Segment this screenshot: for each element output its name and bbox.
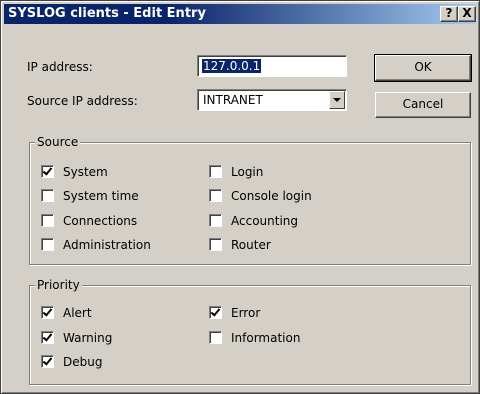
priority-group-title: Priority (35, 278, 82, 292)
cancel-button[interactable]: Cancel (375, 92, 471, 118)
dropdown-button[interactable] (329, 91, 345, 109)
checkbox-box (209, 238, 222, 251)
source-ip-value: INTRANET (203, 93, 263, 107)
checkbox-label: Alert (63, 306, 92, 320)
checkbox-label: Debug (63, 355, 103, 369)
source-ip-label: Source IP address: (27, 94, 138, 108)
checkbox-box (41, 214, 54, 227)
checkbox-box (41, 306, 54, 319)
help-button[interactable]: ? (440, 6, 458, 22)
checkbox-label: Administration (63, 238, 151, 252)
checkbox-box (209, 306, 222, 319)
checkbox-label: Login (231, 165, 264, 179)
checkbox-box (209, 189, 222, 202)
checkbox-box (209, 165, 222, 178)
checkbox-box (209, 331, 222, 344)
checkbox-box (41, 238, 54, 251)
checkbox-box (41, 331, 54, 344)
checkbox-label: Accounting (231, 214, 299, 228)
checkbox-label: Warning (63, 331, 113, 345)
checkbox-label: Information (231, 331, 301, 345)
chevron-down-icon (333, 98, 341, 102)
title-bar[interactable]: SYSLOG clients - Edit Entry ? X (4, 4, 476, 24)
edit-entry-dialog: SYSLOG clients - Edit Entry ? X IP addre… (0, 0, 480, 394)
ip-address-value: 127.0.0.1 (202, 59, 262, 73)
checkbox-label: Connections (63, 214, 138, 228)
checkbox-box (41, 355, 54, 368)
checkbox-label: System (63, 165, 108, 179)
checkbox-box (41, 189, 54, 202)
checkbox-label: Console login (231, 189, 312, 203)
source-group: Source System System time Connections Ad… (29, 135, 471, 265)
window-title: SYSLOG clients - Edit Entry (8, 6, 206, 21)
checkbox-label: System time (63, 189, 139, 203)
checkbox-box (209, 214, 222, 227)
ip-address-label: IP address: (27, 60, 93, 74)
source-group-title: Source (35, 135, 81, 149)
close-button[interactable]: X (458, 6, 476, 22)
ip-address-input[interactable]: 127.0.0.1 (197, 55, 347, 77)
source-ip-select[interactable]: INTRANET (197, 89, 347, 111)
checkbox-label: Error (231, 306, 261, 320)
checkbox-label: Router (231, 238, 271, 252)
ok-button[interactable]: OK (374, 54, 472, 82)
priority-group: Priority Alert Warning Debug Error Infor… (29, 278, 471, 385)
checkbox-box (41, 165, 54, 178)
